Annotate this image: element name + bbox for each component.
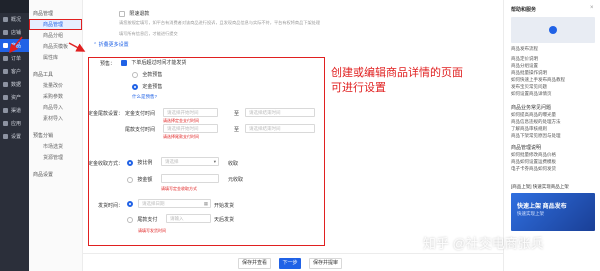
help-section-link[interactable]: 商品信息违规的处理方法 bbox=[511, 119, 561, 125]
subnav-top[interactable]: 商品管理 bbox=[29, 8, 82, 19]
help-link[interactable]: 发布宝贝常见问题 bbox=[511, 84, 547, 90]
sub-nav: 商品管理 商品管理 商品分组 商品页模板 属性库 商品工具 批量改价 采购参数 商品导入 素材导… bbox=[29, 0, 83, 271]
nav-item-label: 店铺 bbox=[11, 30, 22, 36]
subnav-item[interactable]: 商品分组 bbox=[29, 30, 82, 41]
help-section-link[interactable]: 电子卡券商品如何发货 bbox=[511, 166, 556, 172]
help-link[interactable]: 如何快速上手发布商品教程 bbox=[511, 77, 565, 83]
subnav-group-title[interactable]: 预售分销 bbox=[29, 130, 82, 141]
top-note: 请您按规定填写，如平台有消费者对该商品进行投诉，且发现商品信息与实际不符，平台有… bbox=[119, 20, 321, 25]
nav-item-4[interactable]: 客户 bbox=[0, 65, 29, 78]
ad-banner-text: 快速上架 商品发布 bbox=[517, 204, 567, 210]
fast-refund-checkbox[interactable] bbox=[119, 10, 125, 17]
watermark: 知乎 @社交电商张兵 bbox=[423, 236, 544, 251]
order-icon bbox=[3, 56, 8, 61]
save-and-submit-button[interactable]: 保存并提审 bbox=[309, 258, 342, 269]
nav-item-label: 应用 bbox=[11, 121, 22, 127]
help-section-title: 商品业务常见问题 bbox=[511, 105, 552, 111]
collapse-settings-link[interactable]: ⌃ 折叠更多设置 bbox=[93, 41, 129, 48]
help-link[interactable]: 商品定价说明 bbox=[511, 56, 538, 62]
help-section-link[interactable]: 如何批量修改商品价格 bbox=[511, 152, 556, 158]
nav-item-1[interactable]: 店铺 bbox=[0, 26, 29, 39]
top-note2: 填写所有信息后，才能进行提交 bbox=[119, 31, 178, 36]
nav-item-label: 数据 bbox=[11, 82, 22, 88]
next-step-button[interactable]: 下一步 bbox=[279, 258, 301, 269]
subnav-item[interactable]: 商品导入 bbox=[29, 102, 82, 113]
help-section-link[interactable]: 了解商品审核规则 bbox=[511, 126, 547, 132]
ad-title[interactable]: [商品上架] 快速实现商品上架 bbox=[511, 184, 569, 190]
goods-icon bbox=[3, 43, 8, 48]
save-and-view-button[interactable]: 保存并查看 bbox=[238, 258, 271, 269]
help-section-link[interactable]: 如何提高商品的曝光量 bbox=[511, 112, 556, 118]
subnav-item[interactable]: 采购参数 bbox=[29, 91, 82, 102]
nav-item-label: 商品 bbox=[11, 43, 22, 49]
main-nav: 概况店铺商品订单客户数据资产渠道应用设置 bbox=[0, 0, 29, 271]
store-icon bbox=[3, 30, 8, 35]
nav-item-0[interactable]: 概况 bbox=[0, 13, 29, 26]
help-video-thumbnail[interactable] bbox=[511, 17, 595, 43]
close-icon[interactable]: × bbox=[590, 5, 594, 11]
help-link[interactable]: 如何设置商品详情页 bbox=[511, 91, 552, 97]
data-icon bbox=[3, 82, 8, 87]
fast-refund-label: 限速退款 bbox=[129, 11, 150, 17]
nav-item-5[interactable]: 数据 bbox=[0, 78, 29, 91]
nav-item-8[interactable]: 应用 bbox=[0, 117, 29, 130]
nav-item-label: 设置 bbox=[11, 134, 22, 140]
asset-icon bbox=[3, 95, 8, 100]
subnav-item[interactable]: 批量改价 bbox=[29, 80, 82, 91]
nav-item-label: 客户 bbox=[11, 69, 22, 75]
nav-item-label: 订单 bbox=[11, 56, 22, 62]
nav-item-label: 概况 bbox=[11, 17, 22, 23]
nav-item-3[interactable]: 订单 bbox=[0, 52, 29, 65]
annotation-text: 创建或编辑商品详情的页面 可进行设置 bbox=[331, 67, 463, 94]
help-panel: 帮助和服务 × 商品发布流程 商品定价说明 商品分组设置 商品批量操作说明 如何快速上… bbox=[503, 0, 600, 271]
help-panel-title: 帮助和服务 bbox=[511, 7, 537, 13]
subnav-item[interactable]: 商品管理 bbox=[29, 19, 82, 30]
ad-banner[interactable]: 快速上架 商品发布 快速实现上架 bbox=[511, 193, 595, 231]
help-section-link[interactable]: 商品如何设置运费模板 bbox=[511, 159, 556, 165]
app-icon bbox=[3, 121, 8, 126]
subnav-item[interactable]: 商品页模板 bbox=[29, 41, 82, 52]
overview-icon bbox=[3, 17, 8, 22]
customer-icon bbox=[3, 69, 8, 74]
subnav-item[interactable]: 市场选货 bbox=[29, 141, 82, 152]
nav-item-2[interactable]: 商品 bbox=[0, 39, 29, 52]
nav-item-9[interactable]: 设置 bbox=[0, 130, 29, 143]
help-link[interactable]: 商品批量操作说明 bbox=[511, 70, 547, 76]
nav-item-label: 资产 bbox=[11, 95, 22, 101]
channel-icon bbox=[3, 108, 8, 113]
ad-sub-text: 快速实现上架 bbox=[517, 211, 544, 216]
nav-item-label: 渠道 bbox=[11, 108, 22, 114]
help-section-title: 商品管理说明 bbox=[511, 145, 542, 151]
play-icon bbox=[549, 26, 557, 34]
subnav-settings[interactable]: 商品设置 bbox=[29, 169, 82, 180]
settings-icon bbox=[3, 134, 8, 139]
video-title[interactable]: 商品发布流程 bbox=[511, 46, 538, 52]
nav-item-7[interactable]: 渠道 bbox=[0, 104, 29, 117]
fast-refund-row[interactable]: 限速退款 bbox=[119, 10, 149, 17]
help-link[interactable]: 商品分组设置 bbox=[511, 63, 538, 69]
help-section-link[interactable]: 商品下架常见原因与处理 bbox=[511, 133, 561, 139]
subnav-item[interactable]: 货源管理 bbox=[29, 152, 82, 163]
highlight-box bbox=[88, 57, 325, 246]
nav-item-6[interactable]: 资产 bbox=[0, 91, 29, 104]
logo bbox=[0, 0, 29, 13]
footer-bar: 保存并查看 下一步 保存并提审 bbox=[83, 253, 503, 271]
subnav-item[interactable]: 属性库 bbox=[29, 52, 82, 63]
subnav-item[interactable]: 素材导入 bbox=[29, 113, 82, 124]
subnav-group-title[interactable]: 商品工具 bbox=[29, 69, 82, 80]
